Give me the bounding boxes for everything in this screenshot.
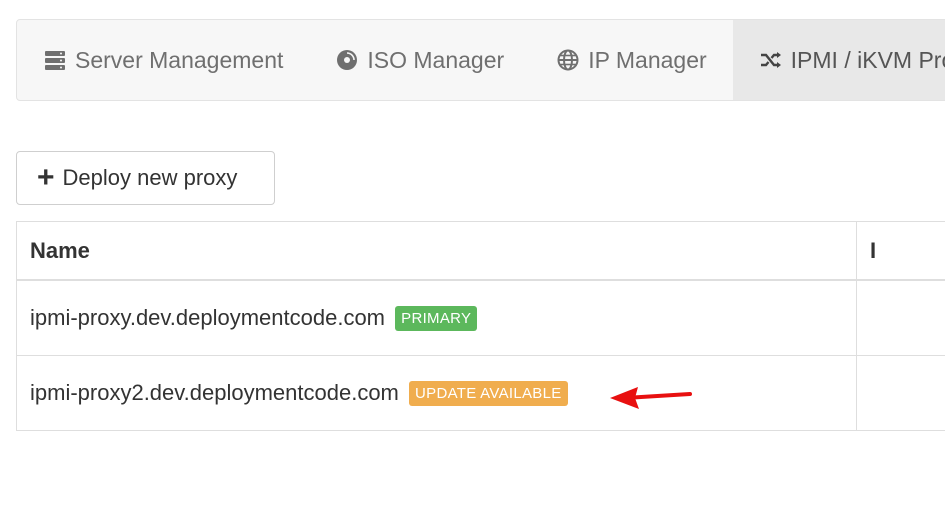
tab-label: IP Manager <box>588 46 707 73</box>
column-header-2[interactable]: I <box>856 221 945 281</box>
tab-label: Server Management <box>75 46 284 73</box>
table-header-row: Name I <box>16 221 945 281</box>
plus-icon: + <box>37 161 55 194</box>
proxy-name-cell: ipmi-proxy2.dev.deploymentcode.com UPDAT… <box>16 355 857 431</box>
table-row[interactable]: ipmi-proxy2.dev.deploymentcode.com UPDAT… <box>16 355 945 431</box>
table-cell <box>856 279 945 356</box>
tab-bar: Server Management ISO Manager IP Manager… <box>16 19 945 101</box>
table-cell <box>856 355 945 431</box>
tab-ip-manager[interactable]: IP Manager <box>530 20 732 100</box>
tab-iso-manager[interactable]: ISO Manager <box>309 20 530 100</box>
proxy-hostname: ipmi-proxy.dev.deploymentcode.com <box>30 304 386 330</box>
disc-icon <box>335 48 359 72</box>
proxy-name-cell: ipmi-proxy.dev.deploymentcode.com PRIMAR… <box>16 279 857 356</box>
page: Server Management ISO Manager IP Manager… <box>0 0 945 524</box>
column-header-name[interactable]: Name <box>16 221 857 281</box>
globe-icon <box>556 48 580 72</box>
tab-ipmi-ikvm-proxy[interactable]: IPMI / iKVM Pro <box>732 20 945 100</box>
deploy-button-label: Deploy new proxy <box>62 165 238 190</box>
table-row[interactable]: ipmi-proxy.dev.deploymentcode.com PRIMAR… <box>16 279 945 356</box>
tab-server-management[interactable]: Server Management <box>17 20 309 100</box>
deploy-new-proxy-button[interactable]: + Deploy new proxy <box>16 151 275 205</box>
tab-label: ISO Manager <box>367 46 505 73</box>
tab-label: IPMI / iKVM Pro <box>790 46 945 73</box>
shuffle-icon <box>759 48 783 72</box>
red-arrow-annotation <box>610 387 692 409</box>
proxy-hostname: ipmi-proxy2.dev.deploymentcode.com <box>30 379 399 405</box>
server-icon <box>43 48 67 72</box>
update-available-badge[interactable]: UPDATE AVAILABLE <box>409 381 568 407</box>
proxy-table: Name I ipmi-proxy.dev.deploymentcode.com… <box>16 221 945 431</box>
primary-badge: PRIMARY <box>395 306 478 332</box>
